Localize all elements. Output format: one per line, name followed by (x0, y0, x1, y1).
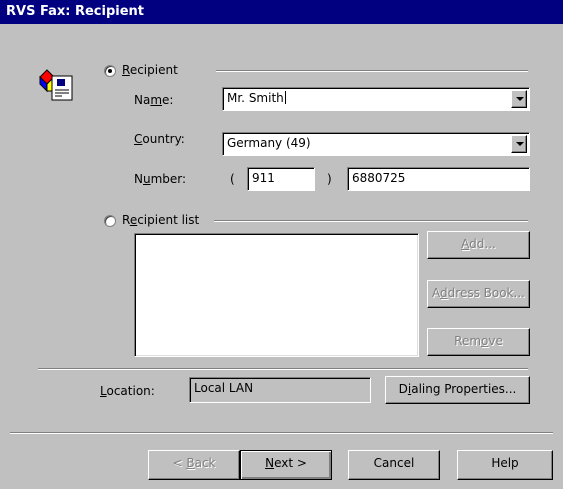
label-part: A (432, 286, 441, 300)
country-dropdown-button[interactable] (511, 135, 527, 153)
label-mnemonic: d (440, 286, 448, 300)
help-button[interactable]: Help (457, 450, 553, 480)
label-part: Rem (454, 334, 482, 348)
location-separator (38, 368, 528, 370)
label-mnemonic: A (461, 237, 470, 251)
recipient-card-icon (38, 68, 74, 102)
label-part: dress Book... (447, 286, 525, 300)
window-title: RVS Fax: Recipient (6, 4, 144, 19)
label-part: aling Properties... (411, 382, 517, 396)
add-button[interactable]: Add... (427, 231, 530, 259)
label-part: R (122, 213, 130, 227)
remove-button[interactable]: Remove (427, 328, 530, 356)
phone-number-input[interactable]: 6880725 (347, 167, 530, 191)
cancel-button[interactable]: Cancel (348, 450, 440, 480)
location-value: Local LAN (194, 381, 254, 395)
label-part: dd... (469, 237, 496, 251)
name-combobox[interactable]: Mr. Smith (222, 87, 530, 111)
number-label: Number: (134, 172, 186, 186)
label-part: ve (488, 334, 503, 348)
location-field: Local LAN (189, 377, 371, 403)
label-mnemonic: u (142, 172, 151, 186)
label-part: e: (162, 93, 174, 107)
label-part: D (398, 382, 408, 396)
label-mnemonic: N (265, 456, 275, 470)
recipient-list-group-rule (214, 220, 528, 222)
label-part: ext > (274, 456, 307, 470)
phone-number-value: 6880725 (352, 171, 406, 185)
recipient-radio[interactable] (104, 65, 116, 77)
name-label: Name: (134, 93, 173, 107)
address-book-button[interactable]: Address Book... (427, 280, 530, 308)
label-part: ountry: (142, 132, 185, 146)
area-code-value: 911 (252, 171, 275, 185)
label-part: mber: (150, 172, 187, 186)
country-label: Country: (134, 132, 185, 146)
next-button[interactable]: Next > (240, 450, 332, 480)
title-bar: RVS Fax: Recipient (0, 0, 563, 24)
location-label: Location: (100, 384, 155, 398)
area-code-close-paren: ) (327, 172, 332, 186)
recipient-listbox[interactable] (134, 233, 419, 357)
recipient-list-radio[interactable] (104, 215, 116, 227)
label-part: ecipient (129, 63, 178, 77)
back-button[interactable]: < Back (148, 450, 240, 480)
dialing-properties-button[interactable]: Dialing Properties... (385, 376, 530, 404)
label-mnemonic: B (186, 456, 195, 470)
area-code-open-paren: ( (230, 172, 235, 186)
country-combobox[interactable]: Germany (49) (222, 132, 530, 156)
recipient-list-radio-label[interactable]: Recipient list (122, 213, 199, 227)
country-value: Germany (49) (227, 136, 311, 150)
footer-separator (10, 432, 553, 434)
text-caret (284, 91, 286, 104)
label-part: ack (194, 456, 216, 470)
recipient-radio-label[interactable]: Recipient (122, 63, 178, 77)
label-part: N (134, 172, 143, 186)
name-dropdown-button[interactable] (511, 90, 527, 108)
area-code-input[interactable]: 911 (247, 167, 315, 191)
label-part: < (172, 456, 187, 470)
name-value: Mr. Smith (227, 91, 284, 105)
label-mnemonic: R (122, 63, 130, 77)
label-part: Na (134, 93, 151, 107)
label-part: cipient list (137, 213, 200, 227)
label-part: ocation: (106, 384, 155, 398)
recipient-group-rule (216, 70, 528, 72)
label-mnemonic: m (150, 93, 163, 107)
